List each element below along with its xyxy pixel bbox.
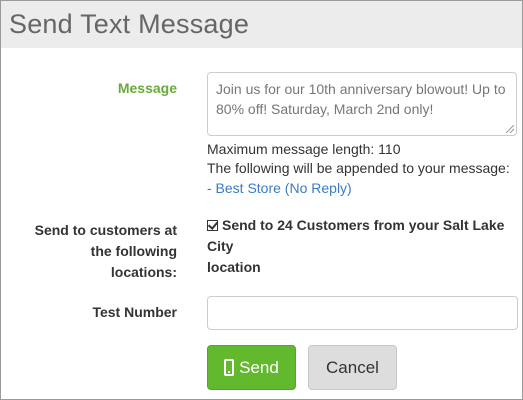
page-title: Send Text Message [9, 9, 250, 39]
location-option[interactable]: Send to 24 Customers from your Salt Lake… [207, 215, 522, 278]
test-number-input[interactable] [207, 296, 518, 330]
locations-label-line1: Send to customers at [34, 222, 177, 238]
send-button-label: Send [239, 357, 279, 377]
locations-label: Send to customers at the following locat… [21, 220, 177, 283]
location-checkbox[interactable] [207, 220, 218, 231]
resize-handle-icon[interactable] [506, 125, 514, 133]
send-button[interactable]: Send [207, 345, 296, 390]
locations-label-line2: the following [90, 243, 177, 259]
cancel-button-label: Cancel [326, 357, 379, 377]
test-number-label: Test Number [92, 304, 177, 320]
message-label: Message [117, 80, 177, 96]
location-option-line2: location [207, 259, 261, 275]
location-option-line1: Send to 24 Customers from your Salt Lake… [207, 217, 505, 254]
appended-signature-link[interactable]: - Best Store (No Reply) [207, 178, 352, 198]
message-textarea[interactable]: Join us for our 10th anniversary blowout… [207, 72, 517, 136]
dialog-header: Send Text Message [1, 1, 522, 48]
message-text: Join us for our 10th anniversary blowout… [216, 81, 506, 117]
locations-label-line3: locations: [110, 264, 177, 280]
max-length-text: Maximum message length: 110 [207, 141, 401, 157]
send-text-dialog: Send Text Message Message Join us for ou… [0, 0, 523, 400]
cancel-button[interactable]: Cancel [308, 345, 397, 390]
phone-icon [224, 359, 235, 376]
append-notice-text: The following will be appended to your m… [207, 160, 510, 176]
